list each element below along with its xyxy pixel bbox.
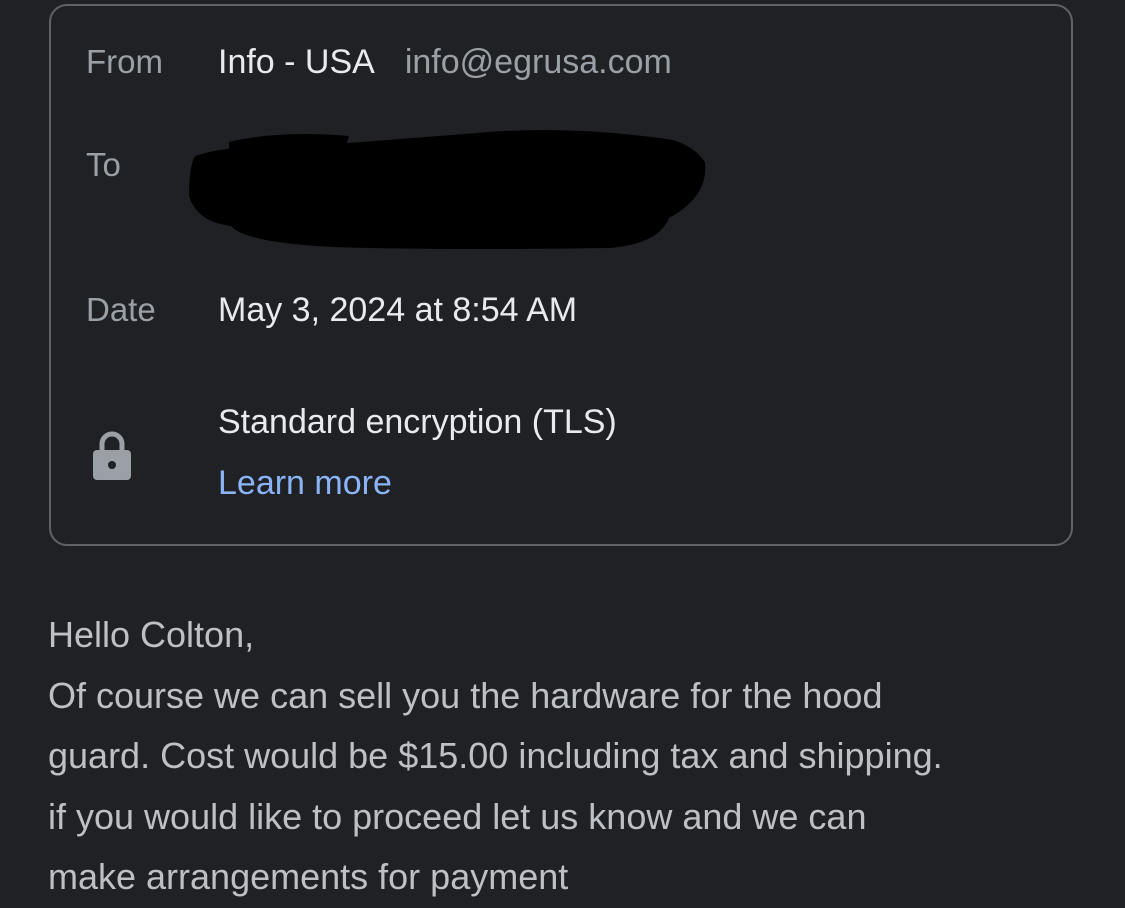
body-line: guard. Cost would be $15.00 including ta…	[48, 735, 943, 776]
lock-icon	[93, 431, 131, 480]
body-line: make arrangements for payment	[48, 856, 569, 897]
from-label: From	[86, 43, 163, 80]
sender-name[interactable]: Info - USA	[218, 43, 375, 81]
date-value: May 3, 2024 at 8:54 AM	[218, 291, 578, 329]
encryption-status: Standard encryption (TLS)	[218, 403, 617, 441]
sender[interactable]: Info - USA info@egrusa.com	[218, 43, 672, 82]
body-line: if you would like to proceed let us know…	[48, 795, 867, 837]
message-body: Hello Colton, Of course we can sell you …	[48, 605, 1108, 908]
sender-email[interactable]: info@egrusa.com	[405, 43, 672, 81]
to-label: To	[86, 146, 121, 183]
learn-more-link[interactable]: Learn more	[218, 464, 392, 503]
body-line: Hello Colton,	[48, 614, 255, 655]
message-details-card: From Info - USA info@egrusa.com To Date M…	[49, 4, 1073, 546]
date-label: Date	[86, 291, 156, 328]
body-line: Of course we can sell you the hardware f…	[48, 674, 883, 716]
redacted-recipient	[189, 130, 706, 249]
